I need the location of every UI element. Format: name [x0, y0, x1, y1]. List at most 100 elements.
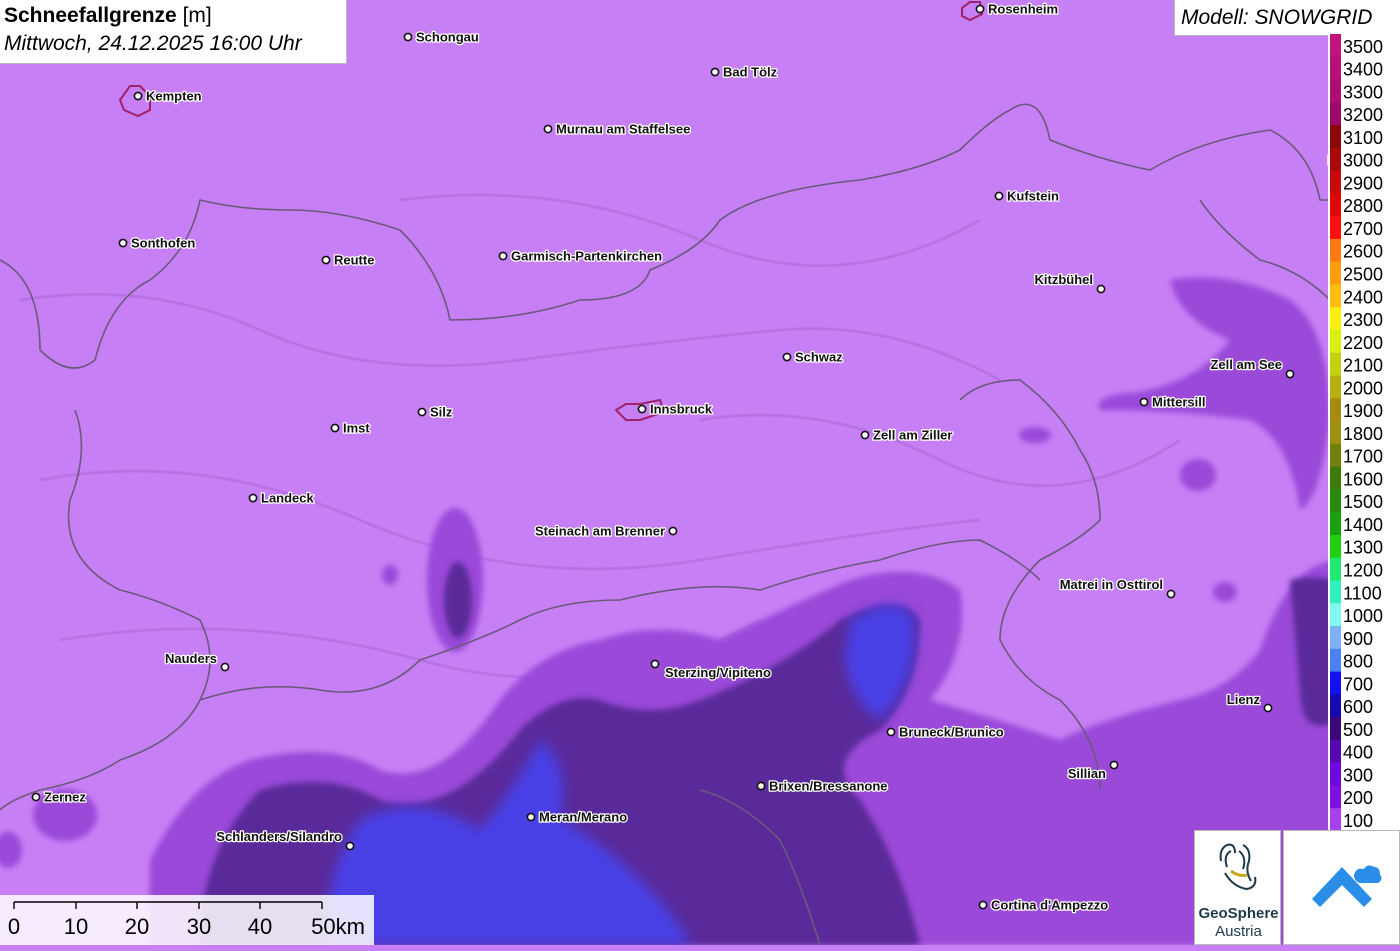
city-dot[interactable]	[637, 404, 647, 414]
city-dot[interactable]	[345, 841, 355, 851]
city-dot[interactable]	[994, 191, 1004, 201]
city-label: Landeck	[261, 491, 315, 506]
city-dot[interactable]	[1285, 369, 1295, 379]
city-label: Bad Tölz	[723, 65, 778, 80]
legend-label: 1100	[1343, 583, 1382, 603]
city-marker[interactable]: Rosenheim	[975, 0, 1059, 18]
city-label: Sterzing/Vipiteno	[665, 665, 771, 680]
legend-swatch	[1330, 512, 1341, 536]
legend-label: 2400	[1343, 287, 1383, 307]
city-dot[interactable]	[543, 124, 553, 134]
legend-label: 2200	[1343, 333, 1383, 353]
legend-label: 2500	[1343, 264, 1383, 284]
city-dot[interactable]	[403, 32, 413, 42]
city-dot[interactable]	[756, 781, 766, 791]
map-datetime: Mittwoch, 24.12.2025 16:00 Uhr	[4, 32, 302, 55]
legend-label: 800	[1343, 652, 1373, 672]
city-label: Kufstein	[1007, 189, 1059, 204]
city-marker[interactable]: Sonthofen	[118, 234, 197, 252]
map-unit: [m]	[182, 4, 212, 27]
city-dot[interactable]	[133, 91, 143, 101]
city-marker[interactable]: Murnau am Staffelsee	[543, 120, 692, 138]
legend-label: 2600	[1343, 242, 1383, 262]
legend-label: 1400	[1343, 515, 1383, 535]
city-label: Zell am Ziller	[873, 428, 952, 443]
city-label: Reutte	[334, 253, 374, 268]
city-label: Steinach am Brenner	[535, 524, 665, 539]
city-dot[interactable]	[650, 659, 660, 669]
city-label: Bruneck/Brunico	[899, 725, 1004, 740]
city-dot[interactable]	[321, 255, 331, 265]
legend-swatch	[1330, 261, 1341, 285]
legend-label: 1900	[1343, 401, 1383, 421]
legend-swatch	[1330, 147, 1341, 172]
legend-label: 3400	[1343, 60, 1383, 80]
legend-swatch	[1330, 56, 1341, 81]
city-dot[interactable]	[1109, 760, 1119, 770]
legend-swatch	[1330, 193, 1341, 217]
legend-label: 3200	[1343, 105, 1383, 125]
snowline-map[interactable]: Rosenheim Schongau Kempten Bad Tölz Murnau a…	[0, 0, 1400, 945]
city-dot[interactable]	[782, 352, 792, 362]
city-dot[interactable]	[710, 67, 720, 77]
city-dot[interactable]	[668, 526, 678, 536]
legend-label: 2800	[1343, 196, 1383, 216]
city-label: Zernez	[44, 790, 86, 805]
legend-label: 1800	[1343, 424, 1383, 444]
legend-label: 2700	[1343, 219, 1383, 239]
scale-label: 0	[8, 914, 20, 939]
legend-label: 3000	[1343, 151, 1383, 171]
city-dot[interactable]	[248, 493, 258, 503]
city-dot[interactable]	[1263, 703, 1273, 713]
legend-label: 3300	[1343, 82, 1383, 102]
app-logo	[1283, 830, 1400, 945]
legend-swatch	[1330, 785, 1341, 809]
city-label: Rosenheim	[988, 2, 1058, 17]
legend-swatch	[1330, 603, 1341, 627]
city-dot[interactable]	[417, 407, 427, 417]
legend-swatch	[1330, 739, 1341, 764]
city-dot[interactable]	[1166, 589, 1176, 599]
city-label: Schongau	[416, 30, 479, 45]
geosphere-logo: GeoSphere Austria	[1194, 830, 1281, 945]
city-dot[interactable]	[860, 430, 870, 440]
city-marker[interactable]: Bruneck/Brunico	[886, 723, 1005, 741]
city-dot[interactable]	[1139, 397, 1149, 407]
model-label: Modell: SNOWGRID	[1181, 6, 1373, 29]
city-label: Sillian	[1068, 766, 1106, 781]
scale-label: 20	[125, 914, 149, 939]
legend-swatch	[1330, 694, 1341, 718]
legend-label: 100	[1343, 811, 1373, 831]
city-dot[interactable]	[498, 251, 508, 261]
city-dot[interactable]	[1096, 284, 1106, 294]
scale-label: 30	[187, 914, 211, 939]
legend-label: 400	[1343, 743, 1373, 763]
city-dot[interactable]	[31, 792, 41, 802]
city-marker[interactable]: Brixen/Bressanone	[756, 777, 889, 795]
city-marker[interactable]: Meran/Merano	[526, 808, 628, 826]
city-marker[interactable]: Cortina d'Ampezzo	[978, 896, 1110, 914]
city-marker[interactable]: Innsbruck	[637, 400, 714, 418]
city-dot[interactable]	[330, 423, 340, 433]
mountain-cloud-icon	[1312, 865, 1382, 907]
city-marker[interactable]: Garmisch-Partenkirchen	[498, 247, 663, 265]
city-marker[interactable]: Zell am Ziller	[860, 426, 954, 444]
color-legend: 3500340033003200310030002900280027002600…	[1328, 34, 1400, 831]
city-label: Lienz	[1227, 692, 1261, 707]
city-label: Zell am See	[1210, 357, 1282, 372]
city-label: Innsbruck	[650, 402, 713, 417]
legend-label: 900	[1343, 629, 1373, 649]
city-dot[interactable]	[886, 727, 896, 737]
city-dot[interactable]	[220, 662, 230, 672]
city-dot[interactable]	[526, 812, 536, 822]
city-dot[interactable]	[978, 900, 988, 910]
city-dot[interactable]	[975, 4, 985, 14]
map-title: Schneefallgrenze [m]	[4, 4, 212, 28]
city-marker[interactable]: Schongau	[403, 28, 480, 46]
city-dot[interactable]	[118, 238, 128, 248]
scale-label: 10	[64, 914, 88, 939]
legend-swatch	[1330, 557, 1341, 582]
city-label: Nauders	[165, 651, 217, 666]
city-marker[interactable]: Steinach am Brenner	[534, 522, 678, 540]
legend-label: 1500	[1343, 492, 1383, 512]
